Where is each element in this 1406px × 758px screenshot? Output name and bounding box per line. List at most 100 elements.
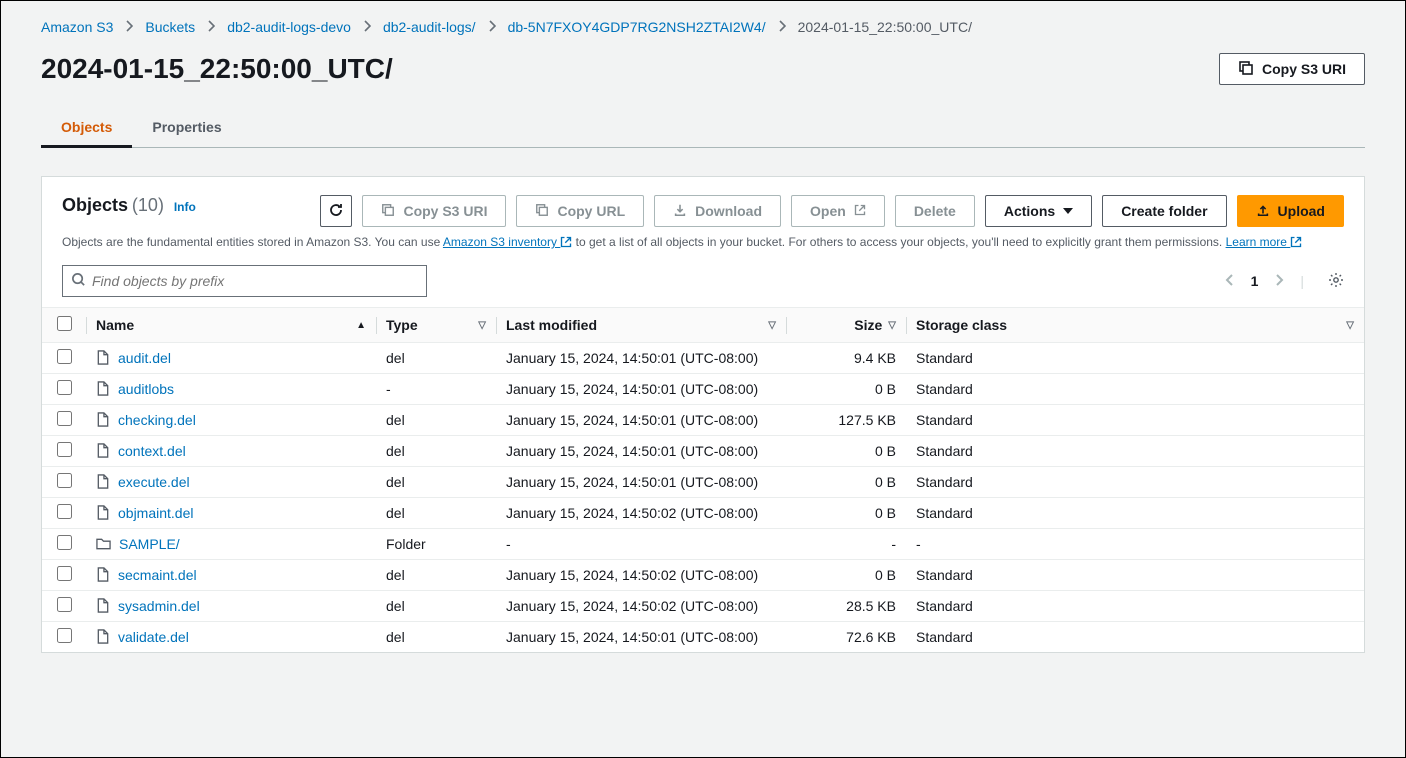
desc-text: to get a list of all objects in your buc… xyxy=(572,235,1225,249)
table-row: SAMPLE/Folder--- xyxy=(42,529,1364,560)
download-label: Download xyxy=(695,203,762,219)
object-name-link[interactable]: objmaint.del xyxy=(118,505,194,521)
open-label: Open xyxy=(810,203,846,219)
cell-storage: Standard xyxy=(906,343,1364,374)
breadcrumb-link[interactable]: db2-audit-logs/ xyxy=(383,19,476,35)
object-name-link[interactable]: secmaint.del xyxy=(118,567,197,583)
copy-s3-uri-toolbar-button[interactable]: Copy S3 URI xyxy=(362,195,506,227)
s3-inventory-link[interactable]: Amazon S3 inventory xyxy=(443,235,572,249)
file-icon xyxy=(96,629,110,644)
cell-size: 0 B xyxy=(786,436,906,467)
file-icon xyxy=(96,567,110,582)
breadcrumb-link[interactable]: db-5N7FXOY4GDP7RG2NSH2ZTAI2W4/ xyxy=(508,19,766,35)
row-checkbox[interactable] xyxy=(57,597,72,612)
col-type-label: Type xyxy=(386,317,418,333)
tab-objects[interactable]: Objects xyxy=(41,109,132,148)
prev-page-button[interactable] xyxy=(1225,273,1235,290)
cell-modified: January 15, 2024, 14:50:01 (UTC-08:00) xyxy=(496,436,786,467)
cell-type: del xyxy=(376,498,496,529)
create-folder-button[interactable]: Create folder xyxy=(1102,195,1226,227)
file-icon xyxy=(96,350,110,365)
object-name-link[interactable]: audit.del xyxy=(118,350,171,366)
col-header-storage[interactable]: Storage class▽ xyxy=(906,308,1364,343)
filter-icon: ▽ xyxy=(888,320,896,331)
chevron-right-icon xyxy=(778,20,786,35)
breadcrumb-link[interactable]: db2-audit-logs-devo xyxy=(227,19,351,35)
cell-modified: January 15, 2024, 14:50:02 (UTC-08:00) xyxy=(496,591,786,622)
file-icon xyxy=(96,598,110,613)
info-link[interactable]: Info xyxy=(174,200,196,214)
cell-storage: Standard xyxy=(906,560,1364,591)
chevron-right-icon xyxy=(207,20,215,35)
copy-s3-uri-label: Copy S3 URI xyxy=(1262,61,1346,77)
copy-s3-uri-button[interactable]: Copy S3 URI xyxy=(1219,53,1365,85)
row-checkbox[interactable] xyxy=(57,504,72,519)
open-button[interactable]: Open xyxy=(791,195,885,227)
object-name-link[interactable]: SAMPLE/ xyxy=(119,536,180,552)
object-name-link[interactable]: sysadmin.del xyxy=(118,598,200,614)
cell-modified: - xyxy=(496,529,786,560)
breadcrumb-link[interactable]: Buckets xyxy=(145,19,195,35)
settings-button[interactable] xyxy=(1328,272,1344,291)
cell-modified: January 15, 2024, 14:50:02 (UTC-08:00) xyxy=(496,560,786,591)
col-header-type[interactable]: Type▽ xyxy=(376,308,496,343)
object-name-link[interactable]: validate.del xyxy=(118,629,189,645)
object-name-link[interactable]: context.del xyxy=(118,443,186,459)
delete-button[interactable]: Delete xyxy=(895,195,975,227)
objects-panel: Objects (10) Info Copy S3 URI Copy URL D… xyxy=(41,176,1365,653)
desc-text: Objects are the fundamental entities sto… xyxy=(62,235,443,249)
object-name-link[interactable]: execute.del xyxy=(118,474,190,490)
row-checkbox[interactable] xyxy=(57,628,72,643)
row-checkbox[interactable] xyxy=(57,442,72,457)
row-checkbox[interactable] xyxy=(57,566,72,581)
cell-storage: Standard xyxy=(906,498,1364,529)
chevron-right-icon xyxy=(363,20,371,35)
search-icon xyxy=(71,272,86,290)
object-name-link[interactable]: checking.del xyxy=(118,412,196,428)
copy-s3-uri-toolbar-label: Copy S3 URI xyxy=(403,203,487,219)
search-input[interactable] xyxy=(92,273,418,289)
file-icon xyxy=(96,381,110,396)
table-row: context.deldelJanuary 15, 2024, 14:50:01… xyxy=(42,436,1364,467)
next-page-button[interactable] xyxy=(1274,273,1284,290)
copy-url-button[interactable]: Copy URL xyxy=(516,195,644,227)
cell-type: del xyxy=(376,343,496,374)
breadcrumb: Amazon S3 Buckets db2-audit-logs-devo db2-a… xyxy=(41,19,1365,35)
page-number: 1 xyxy=(1251,273,1259,289)
download-button[interactable]: Download xyxy=(654,195,781,227)
search-box[interactable] xyxy=(62,265,427,297)
select-all-checkbox[interactable] xyxy=(57,316,72,331)
row-checkbox[interactable] xyxy=(57,535,72,550)
cell-type: del xyxy=(376,405,496,436)
panel-count: (10) xyxy=(132,195,164,215)
row-checkbox[interactable] xyxy=(57,473,72,488)
learn-more-link[interactable]: Learn more xyxy=(1226,235,1303,249)
cell-storage: Standard xyxy=(906,591,1364,622)
breadcrumb-current: 2024-01-15_22:50:00_UTC/ xyxy=(798,19,972,35)
breadcrumb-link[interactable]: Amazon S3 xyxy=(41,19,113,35)
table-row: checking.deldelJanuary 15, 2024, 14:50:0… xyxy=(42,405,1364,436)
col-header-modified[interactable]: Last modified▽ xyxy=(496,308,786,343)
object-name-link[interactable]: auditlobs xyxy=(118,381,174,397)
actions-button[interactable]: Actions xyxy=(985,195,1092,227)
row-checkbox[interactable] xyxy=(57,349,72,364)
panel-description: Objects are the fundamental entities sto… xyxy=(62,235,1344,251)
cell-type: Folder xyxy=(376,529,496,560)
copy-url-label: Copy URL xyxy=(557,203,625,219)
folder-icon xyxy=(96,537,111,551)
cell-storage: Standard xyxy=(906,405,1364,436)
filter-icon: ▽ xyxy=(1346,320,1354,331)
upload-button[interactable]: Upload xyxy=(1237,195,1344,227)
col-header-name[interactable]: Name▲ xyxy=(86,308,376,343)
delete-label: Delete xyxy=(914,203,956,219)
row-checkbox[interactable] xyxy=(57,380,72,395)
chevron-right-icon xyxy=(488,20,496,35)
refresh-button[interactable] xyxy=(320,195,352,227)
col-size-label: Size xyxy=(854,317,882,333)
cell-modified: January 15, 2024, 14:50:01 (UTC-08:00) xyxy=(496,374,786,405)
table-row: secmaint.deldelJanuary 15, 2024, 14:50:0… xyxy=(42,560,1364,591)
row-checkbox[interactable] xyxy=(57,411,72,426)
refresh-icon xyxy=(328,202,344,221)
col-header-size[interactable]: Size ▽ xyxy=(786,308,906,343)
tab-properties[interactable]: Properties xyxy=(132,109,241,147)
